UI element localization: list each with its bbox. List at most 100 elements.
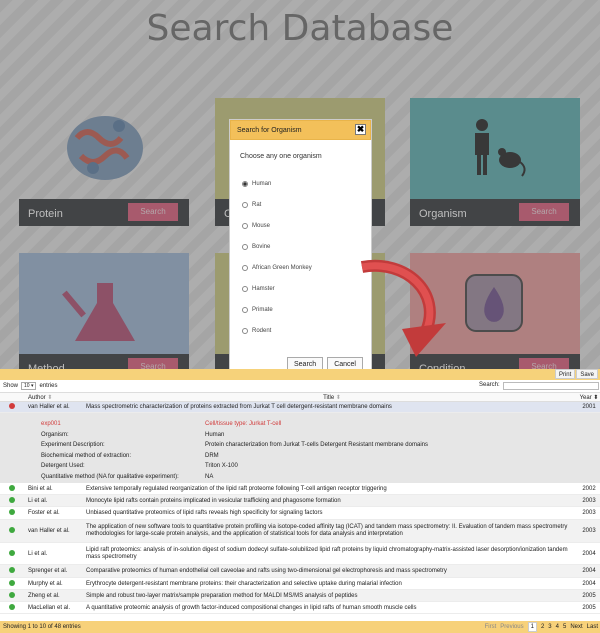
print-button[interactable]: Print <box>554 369 576 379</box>
row-year: 2002 <box>582 485 596 492</box>
row-title: Unbiased quantitative proteomics of lipi… <box>86 510 323 516</box>
row-author: Murphy et al. <box>28 580 63 587</box>
row-title: Simple and robust two-layer matrix/sampl… <box>86 592 358 599</box>
option-human[interactable]: Human <box>242 181 271 187</box>
row-author: van Haller et al. <box>28 404 70 410</box>
table-row[interactable]: Sprenger et al. Comparative proteomics o… <box>0 565 600 578</box>
year-column-header[interactable]: Year ⬍ <box>578 393 600 401</box>
row-author: Zheng et al. <box>28 592 60 599</box>
radio-icon[interactable] <box>242 244 248 250</box>
row-title: Comparative proteomics of human endothel… <box>86 568 447 574</box>
title-column-header[interactable]: Title ⬍ <box>84 393 578 401</box>
table-row-expanded[interactable]: van Haller et al. Mass spectrometric cha… <box>0 402 600 413</box>
row-author: MacLellan et al. <box>28 604 71 611</box>
search-database-panel: Search Database Protein Search C Organis… <box>0 0 600 381</box>
expand-icon[interactable] <box>9 509 15 515</box>
expand-icon[interactable] <box>9 484 15 491</box>
radio-icon[interactable] <box>242 328 248 334</box>
page-1[interactable]: 1 <box>527 622 537 632</box>
row-year: 2004 <box>582 568 596 574</box>
radio-icon[interactable] <box>242 286 248 292</box>
row-author: Foster et al. <box>28 510 60 516</box>
page-length-select[interactable]: 10 ▾ <box>21 382 37 390</box>
page-last[interactable]: Last <box>587 621 598 633</box>
row-year: 2003 <box>582 528 596 534</box>
option-rat[interactable]: Rat <box>242 202 261 208</box>
page-previous[interactable]: Previous <box>500 621 523 633</box>
radio-icon[interactable] <box>242 265 248 271</box>
row-author: Bini et al. <box>28 485 53 492</box>
detail-key: Quantitative method (NA for qualitative … <box>41 473 179 480</box>
option-label: Mouse <box>252 223 271 229</box>
option-label: Human <box>252 181 272 187</box>
search-label: Search: <box>479 382 500 388</box>
modal-prompt: Choose any one organism <box>240 153 322 160</box>
page-3[interactable]: 3 <box>548 621 551 633</box>
expand-icon[interactable] <box>9 527 15 533</box>
row-author: van Haller et al. <box>28 528 70 534</box>
radio-selected-icon[interactable] <box>242 181 248 187</box>
option-label: Bovine <box>252 244 271 250</box>
row-author: Sprenger et al. <box>28 568 68 574</box>
modal-title: Search for Organism <box>237 127 302 134</box>
table-row[interactable]: van Haller et al. The application of new… <box>0 520 600 543</box>
expand-icon[interactable] <box>9 549 15 556</box>
page-length-value: 10 <box>24 383 30 389</box>
save-button[interactable]: Save <box>576 369 598 379</box>
detail-value: Human <box>205 431 225 438</box>
table-row[interactable]: Li et al. Monocyte lipid rafts contain p… <box>0 495 600 507</box>
table-footer: Showing 1 to 10 of 48 entries First Prev… <box>0 621 600 633</box>
results-table-panel: Show 10 ▾ entries Print Save Search: Aut… <box>0 369 600 633</box>
modal-header: Search for Organism <box>230 120 371 140</box>
radio-icon[interactable] <box>242 223 248 229</box>
option-label: African Green Monkey <box>252 265 312 271</box>
row-year: 2004 <box>582 550 596 557</box>
expand-icon[interactable] <box>9 496 15 503</box>
detail-value: Protein characterization from Jurkat T-c… <box>205 442 428 449</box>
table-row[interactable]: Bini et al. Extensive temporally regulat… <box>0 483 600 495</box>
option-rodent[interactable]: Rodent <box>242 328 271 334</box>
page-next[interactable]: Next <box>570 621 582 633</box>
row-title: A quantitative proteomic analysis of gro… <box>86 604 417 611</box>
table-row[interactable]: Zheng et al. Simple and robust two-layer… <box>0 590 600 602</box>
page-first[interactable]: First <box>485 621 497 633</box>
expand-icon[interactable] <box>9 567 15 573</box>
search-input[interactable] <box>502 382 599 390</box>
row-title: Lipid raft proteomics: analysis of in-so… <box>86 546 568 560</box>
radio-icon[interactable] <box>242 307 248 313</box>
table-row[interactable]: Foster et al. Unbiased quantitative prot… <box>0 507 600 520</box>
option-mouse[interactable]: Mouse <box>242 223 270 229</box>
row-year: 2001 <box>582 404 596 410</box>
radio-icon[interactable] <box>242 202 248 208</box>
close-icon[interactable]: ✖ <box>355 124 366 135</box>
row-author: Li et al. <box>28 550 48 557</box>
option-label: Hamster <box>252 286 275 292</box>
expand-column-header <box>0 393 26 401</box>
organism-modal: Search for Organism ✖ Choose any one org… <box>229 119 372 372</box>
option-label: Rat <box>252 202 262 208</box>
year-header-label: Year <box>579 395 592 401</box>
show-label: Show <box>3 383 19 389</box>
table-row[interactable]: MacLellan et al. A quantitative proteomi… <box>0 602 600 614</box>
page-2[interactable]: 2 <box>541 621 544 633</box>
row-year: 2004 <box>582 580 596 587</box>
row-author: Li et al. <box>28 497 48 504</box>
page-5[interactable]: 5 <box>563 621 566 633</box>
expand-icon[interactable] <box>9 591 15 598</box>
table-row[interactable]: Li et al. Lipid raft proteomics: analysi… <box>0 543 600 565</box>
option-bovine[interactable]: Bovine <box>242 244 270 250</box>
row-title: Monocyte lipid rafts contain proteins im… <box>86 497 341 504</box>
table-toolbar-band <box>0 369 600 380</box>
table-row[interactable]: Murphy et al. Erythrocyte detergent-resi… <box>0 578 600 590</box>
page-4[interactable]: 4 <box>556 621 559 633</box>
expand-icon[interactable] <box>9 579 15 586</box>
option-primate[interactable]: Primate <box>242 307 273 313</box>
row-title: The application of new software tools to… <box>86 524 568 537</box>
author-column-header[interactable]: Author ⬍ <box>26 393 84 401</box>
cell-type: Cell/tissue type: Jurkat T-cell <box>205 421 282 427</box>
option-african-green-monkey[interactable]: African Green Monkey <box>242 265 312 271</box>
collapse-icon[interactable] <box>9 403 15 409</box>
detail-value: Triton X-100 <box>205 463 238 470</box>
option-hamster[interactable]: Hamster <box>242 286 275 292</box>
expand-icon[interactable] <box>9 603 15 610</box>
